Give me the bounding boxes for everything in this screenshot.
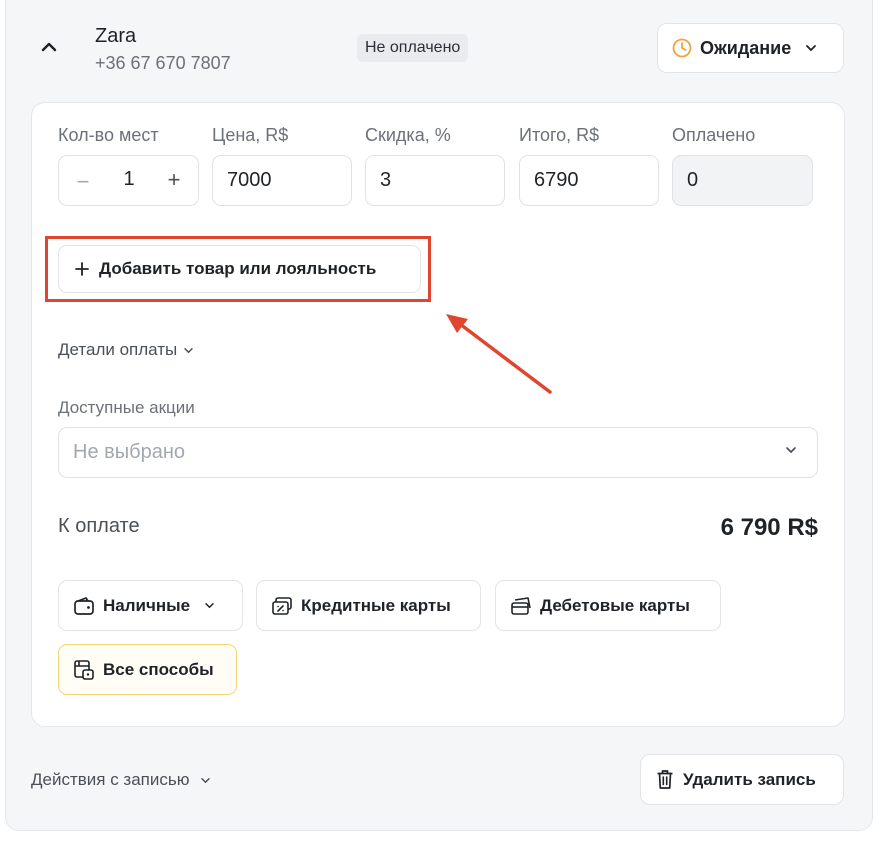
promotions-label: Доступные акции <box>58 398 195 417</box>
chevron-down-icon <box>200 777 210 783</box>
record-actions-toggle[interactable]: Действия с записью <box>31 770 211 790</box>
debit-cards-button[interactable]: Дебетовые карты <box>495 580 721 631</box>
wallet-icon <box>74 596 94 615</box>
credit-cards-button[interactable]: Кредитные карты <box>256 580 481 631</box>
payment-status-badge: Не оплачено <box>357 34 469 62</box>
decrement-button[interactable]: − <box>73 169 93 195</box>
to-pay-amount: 6 790 R$ <box>720 514 818 541</box>
seats-stepper[interactable]: − 1 + <box>58 155 199 206</box>
payment-details-label: Детали оплаты <box>58 340 178 359</box>
debit-card-icon <box>511 596 531 615</box>
debit-cards-label: Дебетовые карты <box>540 595 690 615</box>
payment-details-toggle[interactable]: Детали оплаты <box>58 340 194 360</box>
seats-label: Кол-во мест <box>58 125 159 145</box>
paid-input: 0 <box>672 155 813 206</box>
discount-label: Скидка, % <box>365 125 451 145</box>
credit-card-icon <box>272 596 292 615</box>
client-name: Zara <box>95 25 137 47</box>
delete-record-label: Удалить запись <box>683 769 816 789</box>
clock-icon <box>672 38 692 58</box>
annotation-arrow <box>446 314 552 394</box>
cash-method-label: Наличные <box>103 595 191 615</box>
record-actions-label: Действия с записью <box>31 770 190 789</box>
price-label: Цена, R$ <box>212 125 289 145</box>
total-input[interactable]: 6790 <box>519 155 659 206</box>
chevron-down-icon <box>806 45 817 52</box>
chevron-down-icon <box>184 347 194 353</box>
chevron-up-icon <box>41 42 57 52</box>
chevron-down-icon <box>786 447 796 454</box>
total-label: Итого, R$ <box>519 125 600 145</box>
promotions-select[interactable]: Не выбрано <box>58 427 818 478</box>
discount-input[interactable]: 3 <box>365 155 505 206</box>
status-select[interactable]: Ожидание <box>657 23 844 73</box>
increment-button[interactable]: + <box>163 167 185 193</box>
price-input[interactable]: 7000 <box>212 155 352 206</box>
delete-record-button[interactable]: Удалить запись <box>640 754 844 805</box>
highlight-annotation <box>45 236 431 302</box>
all-methods-label: Все способы <box>103 659 214 679</box>
chevron-down-icon <box>205 603 214 609</box>
credit-cards-label: Кредитные карты <box>301 595 451 615</box>
promotions-placeholder: Не выбрано <box>73 441 185 463</box>
to-pay-label: К оплате <box>58 515 140 537</box>
cash-method-button[interactable]: Наличные <box>58 580 243 631</box>
client-phone: +36 67 670 7807 <box>95 53 231 73</box>
collapse-button[interactable] <box>38 36 60 58</box>
paid-label: Оплачено <box>672 125 756 145</box>
seats-value: 1 <box>123 168 135 190</box>
all-methods-button[interactable]: Все способы <box>58 644 237 695</box>
all-methods-icon <box>74 659 94 680</box>
status-label: Ожидание <box>700 37 792 58</box>
trash-icon <box>657 770 673 789</box>
